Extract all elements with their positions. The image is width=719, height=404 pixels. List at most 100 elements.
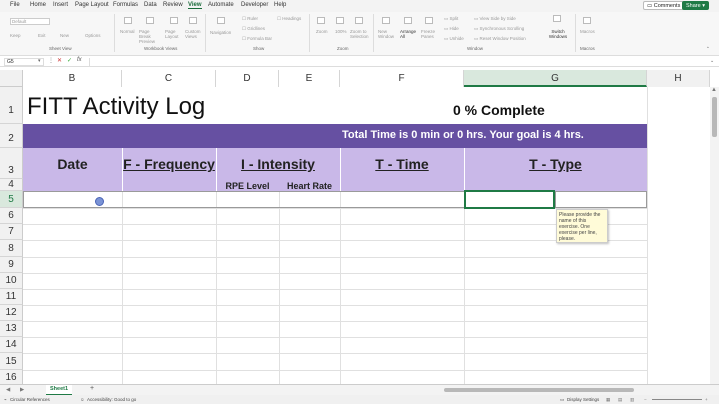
column-header-d[interactable]: D	[216, 70, 279, 87]
formula-input[interactable]	[89, 58, 709, 66]
custom-views-button[interactable]: Custom Views	[185, 29, 203, 39]
menu-view[interactable]: View	[188, 2, 202, 9]
share-button[interactable]: Share ▾	[682, 1, 709, 10]
accessibility-status[interactable]: Accessibility: Good to go	[87, 397, 136, 402]
circular-references-status[interactable]: Circular References	[10, 397, 50, 402]
vertical-scrollbar[interactable]: ▲	[710, 87, 719, 384]
headings-checkbox[interactable]: ☐ Headings	[277, 16, 301, 22]
ruler-checkbox[interactable]: ☐ Ruler	[242, 16, 258, 22]
row-header-2[interactable]: 2	[0, 124, 23, 148]
vertical-scroll-thumb[interactable]	[712, 97, 717, 137]
navigation-button[interactable]: Navigation	[210, 30, 231, 35]
page-break-preview-button[interactable]: Page Break Preview	[139, 29, 161, 44]
header-intensity[interactable]: I - Intensity	[216, 156, 340, 172]
active-cell-g5[interactable]	[464, 190, 555, 209]
percent-complete[interactable]: 0 % Complete	[453, 102, 545, 118]
row-header-10[interactable]: 10	[0, 273, 23, 289]
scroll-up-icon[interactable]: ▲	[711, 87, 717, 93]
cancel-icon[interactable]: ✕	[57, 57, 62, 64]
name-box-dropdown-icon[interactable]: ▾	[38, 58, 41, 64]
collapse-ribbon-icon[interactable]: ⌃	[706, 46, 710, 52]
sheet-view-dropdown[interactable]: Default	[10, 18, 50, 25]
row-header-1[interactable]: 1	[0, 87, 23, 124]
display-settings-button[interactable]: Display Settings	[567, 397, 599, 402]
zoom-slider[interactable]	[652, 399, 702, 400]
page-break-status-icon[interactable]: ▥	[630, 397, 634, 403]
normal-view-button[interactable]: Normal	[120, 29, 135, 34]
zoom-out-icon[interactable]: −	[644, 397, 647, 402]
sheet-view-new[interactable]: New	[60, 33, 69, 38]
row-header-7[interactable]: 7	[0, 224, 23, 240]
header-date[interactable]: Date	[23, 156, 122, 172]
row-header-4[interactable]: 4	[0, 179, 23, 191]
menu-insert[interactable]: Insert	[53, 2, 68, 8]
column-header-e[interactable]: E	[279, 70, 340, 87]
menu-home[interactable]: Home	[30, 2, 46, 8]
freeze-panes-button[interactable]: Freeze Panes	[421, 29, 439, 39]
zoom-button[interactable]: Zoom	[316, 29, 328, 34]
sheet-tab-sheet1[interactable]: Sheet1	[46, 385, 73, 395]
row-header-5[interactable]: 5	[0, 191, 23, 208]
normal-view-status-icon[interactable]: ▦	[606, 397, 610, 403]
comments-button[interactable]: ▭ Comments	[643, 1, 685, 10]
sheet-view-exit[interactable]: Exit	[38, 33, 46, 38]
macros-button[interactable]: Macros	[580, 29, 595, 34]
column-header-g[interactable]: G	[464, 70, 647, 87]
next-sheet-icon[interactable]: ▶	[20, 387, 24, 393]
row-header-14[interactable]: 14	[0, 337, 23, 353]
menu-developer[interactable]: Developer	[241, 2, 268, 8]
menu-data[interactable]: Data	[144, 2, 157, 8]
row-header-12[interactable]: 12	[0, 305, 23, 321]
header-type[interactable]: T - Type	[464, 156, 647, 172]
total-time-banner[interactable]: Total Time is 0 min or 0 hrs. Your goal …	[23, 124, 647, 148]
split-button[interactable]: ▭ Split	[444, 16, 458, 22]
menu-review[interactable]: Review	[163, 2, 183, 8]
subheader-rpe[interactable]: RPE Level	[216, 181, 279, 191]
zoom-100-button[interactable]: 100%	[335, 29, 347, 34]
menu-file[interactable]: File	[10, 2, 20, 8]
menu-automate[interactable]: Automate	[208, 2, 234, 8]
expand-formula-icon[interactable]: ⌄	[710, 58, 714, 64]
row-header-15[interactable]: 15	[0, 353, 23, 370]
row-header-6[interactable]: 6	[0, 208, 23, 224]
function-icon[interactable]: fx	[77, 57, 82, 63]
prev-sheet-icon[interactable]: ◀	[6, 387, 10, 393]
gridlines-checkbox[interactable]: ☐ Gridlines	[242, 26, 265, 32]
menu-page-layout[interactable]: Page Layout	[75, 2, 109, 8]
formula-bar-checkbox[interactable]: ☐ Formula Bar	[242, 36, 272, 42]
page-layout-button[interactable]: Page Layout	[165, 29, 183, 39]
switch-windows-button[interactable]: Switch Windows	[544, 29, 572, 39]
add-sheet-button[interactable]: +	[90, 385, 94, 392]
sync-scrolling-button[interactable]: ▭ Synchronous Scrolling	[474, 26, 524, 32]
unhide-button[interactable]: ▭ Unhide	[444, 36, 464, 42]
zoom-in-icon[interactable]: +	[705, 397, 708, 402]
header-time[interactable]: T - Time	[340, 156, 464, 172]
column-header-c[interactable]: C	[122, 70, 216, 87]
zoom-selection-button[interactable]: Zoom to Selection	[350, 29, 370, 39]
column-header-h[interactable]: H	[647, 70, 710, 87]
header-frequency[interactable]: F - Frequency	[122, 156, 216, 172]
new-window-button[interactable]: New Window	[378, 29, 396, 39]
page-layout-status-icon[interactable]: ▤	[618, 397, 622, 403]
column-header-b[interactable]: B	[23, 70, 122, 87]
sheet-view-keep[interactable]: Keep	[10, 33, 21, 38]
row-header-8[interactable]: 8	[0, 240, 23, 257]
arrange-all-button[interactable]: Arrange All	[400, 29, 418, 39]
subheader-heart-rate[interactable]: Heart Rate	[279, 181, 340, 191]
side-by-side-button[interactable]: ▭ View Side by Side	[474, 16, 516, 22]
sheet-title[interactable]: FITT Activity Log	[27, 93, 205, 121]
row-header-3[interactable]: 3	[0, 148, 23, 179]
menu-help[interactable]: Help	[274, 2, 286, 8]
row-header-13[interactable]: 13	[0, 321, 23, 337]
reset-window-button[interactable]: ▭ Reset Window Position	[474, 36, 526, 42]
sheet-view-options[interactable]: Options	[85, 33, 101, 38]
horizontal-scrollbar[interactable]	[436, 387, 706, 393]
menu-formulas[interactable]: Formulas	[113, 2, 138, 8]
row-header-16[interactable]: 16	[0, 370, 23, 384]
row-header-9[interactable]: 9	[0, 257, 23, 273]
hide-button[interactable]: ▭ Hide	[444, 26, 459, 32]
enter-icon[interactable]: ✓	[67, 57, 72, 64]
horizontal-scroll-thumb[interactable]	[444, 388, 634, 392]
row-header-11[interactable]: 11	[0, 289, 23, 305]
column-header-f[interactable]: F	[340, 70, 464, 87]
